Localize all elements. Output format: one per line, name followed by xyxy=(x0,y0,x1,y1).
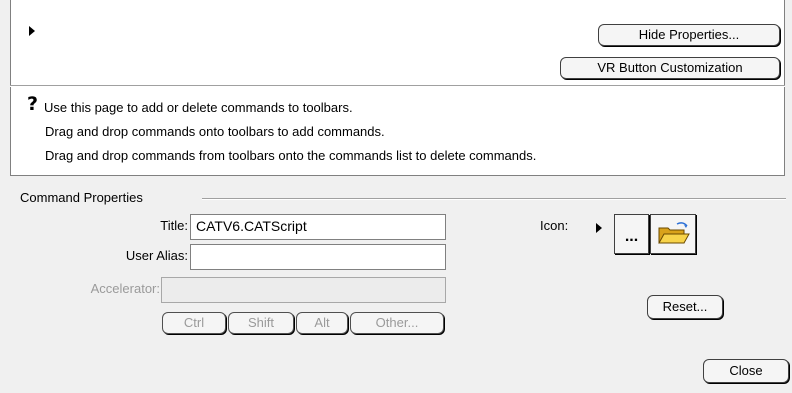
ctrl-modifier-button: Ctrl xyxy=(162,312,226,334)
help-text-line-1: Use this page to add or delete commands … xyxy=(44,100,353,115)
command-properties-group-label: Command Properties xyxy=(20,190,143,205)
accelerator-label: Accelerator: xyxy=(90,281,160,296)
other-modifier-button: Other... xyxy=(350,312,444,334)
icon-browse-button[interactable]: ... xyxy=(614,214,649,254)
title-field[interactable]: CATV6.CATScript xyxy=(190,214,446,240)
user-alias-label: User Alias: xyxy=(125,248,188,263)
shift-modifier-button: Shift xyxy=(228,312,294,334)
icon-folder-button[interactable] xyxy=(650,214,696,254)
icon-expand-arrow-icon[interactable] xyxy=(596,223,602,233)
hide-properties-button[interactable]: Hide Properties... xyxy=(598,24,780,46)
expand-arrow-icon[interactable] xyxy=(29,26,35,36)
vr-button-customization-button[interactable]: VR Button Customization xyxy=(560,57,780,79)
close-button[interactable]: Close xyxy=(703,359,789,383)
group-divider xyxy=(202,198,786,200)
help-text-line-2: Drag and drop commands onto toolbars to … xyxy=(45,124,385,139)
title-label: Title: xyxy=(160,218,188,233)
accelerator-field xyxy=(161,277,446,303)
alt-modifier-button: Alt xyxy=(296,312,348,334)
icon-label: Icon: xyxy=(540,218,569,233)
reset-button[interactable]: Reset... xyxy=(647,295,723,319)
help-text-line-3: Drag and drop commands from toolbars ont… xyxy=(45,148,537,163)
panel-divider xyxy=(10,85,785,87)
user-alias-field[interactable] xyxy=(190,244,446,270)
open-folder-icon xyxy=(658,222,690,244)
question-mark-icon: ? xyxy=(27,93,39,115)
